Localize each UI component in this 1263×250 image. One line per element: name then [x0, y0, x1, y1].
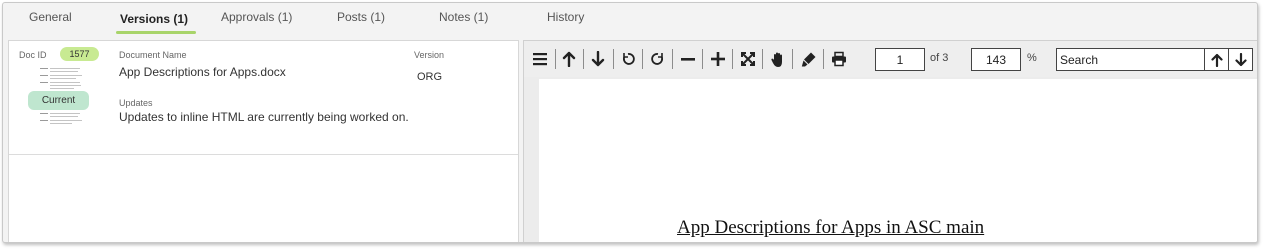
document-page[interactable]: App Descriptions for Apps in ASC main	[539, 79, 1257, 242]
doc-id-badge: 1577	[60, 47, 99, 61]
tab-general[interactable]: General	[29, 10, 72, 24]
print-icon[interactable]	[828, 48, 850, 70]
viewer-toolbar: of 3 %	[524, 41, 1257, 77]
document-panel: General Versions (1) Approvals (1) Posts…	[2, 2, 1258, 243]
page-number-input[interactable]	[875, 48, 925, 71]
versions-list: Doc ID 1577 Current Document Name App De…	[8, 40, 519, 242]
tab-approvals[interactable]: Approvals (1)	[221, 10, 292, 24]
zoom-in-icon[interactable]	[707, 48, 729, 70]
version-value: ORG	[417, 71, 443, 83]
pan-hand-icon[interactable]	[767, 48, 789, 70]
tab-notes[interactable]: Notes (1)	[439, 10, 488, 24]
document-heading: App Descriptions for Apps in ASC main	[677, 217, 985, 238]
tab-versions[interactable]: Versions (1)	[120, 12, 188, 26]
fit-page-icon[interactable]	[737, 48, 759, 70]
updates-text: Updates to inline HTML are currently bei…	[119, 110, 409, 124]
tab-history[interactable]: History	[547, 10, 584, 24]
tab-bar: General Versions (1) Approvals (1) Posts…	[3, 3, 1257, 37]
search-next-icon[interactable]	[1228, 48, 1253, 71]
arrow-up-icon[interactable]	[558, 48, 580, 70]
document-viewer: of 3 % App Descriptions for Apps in ASC …	[523, 40, 1257, 242]
doc-id-label: Doc ID	[19, 50, 47, 60]
page-total: of 3	[930, 52, 949, 64]
arrow-down-icon[interactable]	[587, 48, 609, 70]
zoom-unit: %	[1027, 52, 1037, 64]
version-card[interactable]: Doc ID 1577 Current Document Name App De…	[9, 41, 518, 155]
document-name: App Descriptions for Apps.docx	[119, 65, 286, 79]
menu-icon[interactable]	[529, 48, 551, 70]
search-previous-icon[interactable]	[1204, 48, 1229, 71]
tab-posts[interactable]: Posts (1)	[337, 10, 385, 24]
rotate-left-icon[interactable]	[617, 48, 639, 70]
zoom-input[interactable]	[971, 48, 1021, 71]
updates-label: Updates	[119, 98, 153, 108]
rotate-right-icon[interactable]	[647, 48, 669, 70]
version-label: Version	[414, 50, 445, 60]
highlighter-icon[interactable]	[798, 48, 820, 70]
active-tab-indicator	[116, 31, 196, 34]
search-input[interactable]	[1056, 48, 1205, 71]
current-version-badge: Current	[28, 91, 89, 110]
zoom-out-icon[interactable]	[677, 48, 699, 70]
document-name-label: Document Name	[119, 50, 187, 60]
